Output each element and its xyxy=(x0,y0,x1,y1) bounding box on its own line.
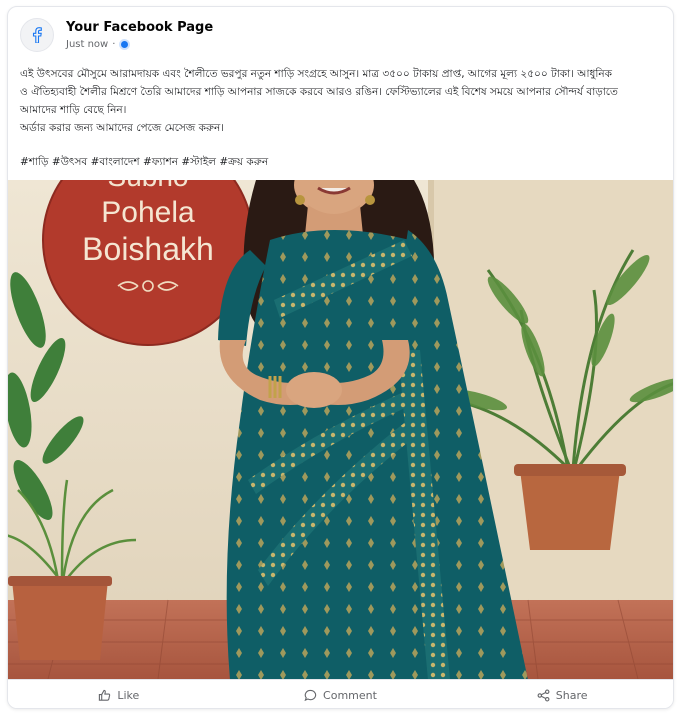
post-photo[interactable]: Subho Pohela Boishakh xyxy=(8,180,673,679)
facebook-f-icon xyxy=(32,27,42,43)
post-hashtags[interactable]: #শাড়ি #উৎসব #বাংলাদেশ #ফ্যাশন #স্টাইল #… xyxy=(20,155,268,172)
sign-text-boishakh: Boishakh xyxy=(82,231,214,267)
page-name[interactable]: Your Facebook Page xyxy=(66,20,213,35)
post-timestamp[interactable]: Just now xyxy=(66,39,108,50)
comment-label: Comment xyxy=(323,688,377,702)
post-card: Your Facebook Page Just now · এই উৎসবের … xyxy=(7,6,674,709)
meta-separator: · xyxy=(112,39,116,50)
page-avatar[interactable] xyxy=(20,18,54,52)
post-actions: Like Comment Share xyxy=(8,679,673,708)
post-body-line: অর্ডার করার জন্য আমাদের পেজে মেসেজ করুন। xyxy=(20,122,225,134)
share-label: Share xyxy=(555,688,588,702)
share-nodes-icon xyxy=(537,689,550,701)
post-meta: Just now · xyxy=(66,39,131,50)
post-body-line: এই উৎসবের মৌসুমে আরামদায়ক এবং শৈলীতে ভর… xyxy=(20,68,613,80)
thumbs-up-icon xyxy=(99,689,111,701)
comment-button[interactable]: Comment xyxy=(230,680,452,708)
share-button[interactable]: Share xyxy=(451,680,673,708)
sign-text-pohela: Pohela xyxy=(101,196,195,229)
speech-bubble-icon xyxy=(304,689,317,701)
post-body-line: আমাদের শাড়ি বেছে নিন। xyxy=(20,104,127,116)
post-header: Your Facebook Page Just now · xyxy=(8,7,673,63)
like-button[interactable]: Like xyxy=(8,680,230,708)
sign-text-subho: Subho xyxy=(108,180,189,192)
globe-icon[interactable] xyxy=(119,39,131,50)
post-body-line: ও ঐতিহ্যবাহী শৈলীর মিশ্রণে তৈরি আমাদের শ… xyxy=(20,86,618,98)
saree-photo-illustration: Subho Pohela Boishakh xyxy=(8,180,673,679)
post-body: এই উৎসবের মৌসুমে আরামদায়ক এবং শৈলীতে ভর… xyxy=(20,65,665,137)
like-label: Like xyxy=(117,688,140,702)
